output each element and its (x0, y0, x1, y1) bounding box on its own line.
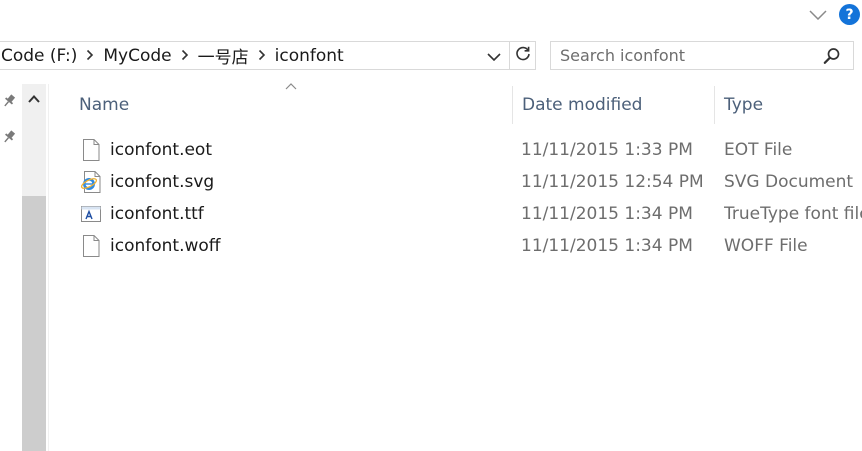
scroll-up-button[interactable] (22, 84, 46, 110)
file-date-modified: 11/11/2015 1:34 PM (521, 236, 693, 256)
file-name: iconfont.woff (110, 236, 221, 256)
search-box (550, 41, 854, 70)
truetype-font-icon (80, 202, 102, 226)
file-type: TrueType font file (724, 204, 862, 224)
pin-icon[interactable] (0, 128, 18, 146)
file-type: SVG Document (724, 172, 854, 192)
refresh-icon (514, 45, 532, 67)
help-button[interactable]: ? (839, 4, 860, 25)
breadcrumb-item-store[interactable]: 一号店 (196, 43, 251, 68)
file-date-modified: 11/11/2015 12:54 PM (521, 172, 704, 192)
navigation-pane (0, 84, 22, 451)
breadcrumb-separator[interactable] (79, 42, 101, 69)
chevron-right-icon (258, 46, 266, 66)
chevron-up-icon (28, 88, 40, 107)
file-date-modified: 11/11/2015 1:34 PM (521, 204, 693, 224)
blank-document-icon (80, 138, 102, 162)
pane-divider (48, 84, 49, 451)
chevron-down-icon (487, 46, 501, 65)
scrollbar-thumb[interactable] (22, 196, 46, 451)
file-row[interactable]: iconfont.svg 11/11/2015 12:54 PM SVG Doc… (70, 166, 862, 198)
breadcrumb-item-iconfont[interactable]: iconfont (273, 46, 346, 66)
breadcrumb-item-mycode[interactable]: MyCode (101, 46, 173, 66)
chevron-right-icon (86, 46, 94, 66)
blank-document-icon (80, 234, 102, 258)
breadcrumb-separator[interactable] (174, 42, 196, 69)
pin-icon[interactable] (0, 92, 18, 110)
file-row[interactable]: iconfont.ttf 11/11/2015 1:34 PM TrueType… (70, 198, 862, 230)
breadcrumb-item-drive[interactable]: Code (F:) (0, 46, 79, 66)
address-history-dropdown[interactable] (483, 42, 505, 69)
breadcrumb-separator[interactable] (251, 42, 273, 69)
search-input[interactable] (560, 42, 815, 69)
file-name: iconfont.eot (110, 140, 212, 160)
file-type: EOT File (724, 140, 793, 160)
file-row[interactable]: iconfont.woff 11/11/2015 1:34 PM WOFF Fi… (70, 230, 862, 262)
address-bar[interactable]: Code (F:) MyCode 一号店 iconfont (0, 41, 536, 70)
file-name: iconfont.svg (110, 172, 215, 192)
file-name: iconfont.ttf (110, 204, 204, 224)
expand-ribbon-button[interactable] (806, 4, 830, 24)
column-header-name[interactable]: Name (70, 86, 511, 124)
chevron-down-icon (809, 5, 827, 24)
navigation-scrollbar[interactable] (22, 84, 46, 451)
internet-explorer-document-icon (80, 170, 102, 194)
column-header-type[interactable]: Type (714, 86, 862, 124)
column-header-date-modified[interactable]: Date modified (512, 86, 714, 124)
file-row[interactable]: iconfont.eot 11/11/2015 1:33 PM EOT File (70, 134, 862, 166)
file-type: WOFF File (724, 236, 808, 256)
breadcrumb: Code (F:) MyCode 一号店 iconfont (0, 42, 346, 69)
file-date-modified: 11/11/2015 1:33 PM (521, 140, 693, 160)
refresh-button[interactable] (509, 42, 535, 69)
chevron-right-icon (181, 46, 189, 66)
search-icon[interactable] (823, 47, 841, 65)
